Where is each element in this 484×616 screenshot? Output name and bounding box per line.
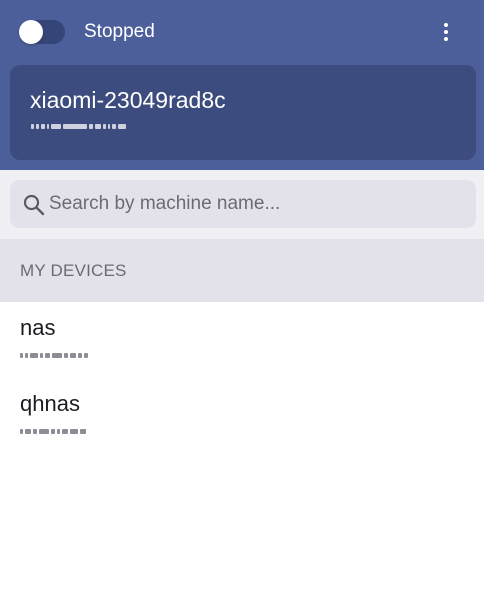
more-options-icon[interactable] <box>432 20 460 46</box>
section-title: MY DEVICES <box>20 261 127 280</box>
connection-status: Stopped <box>84 21 155 42</box>
current-device-ip-redacted <box>31 124 126 129</box>
search-box[interactable] <box>10 180 476 228</box>
device-ip-redacted <box>20 429 86 434</box>
toggle-knob <box>19 20 43 44</box>
app-header: Stopped xiaomi-23049rad8c <box>0 0 484 170</box>
search-input[interactable] <box>49 191 459 217</box>
current-device-card[interactable]: xiaomi-23049rad8c <box>10 65 476 160</box>
device-name: nas <box>20 315 56 340</box>
current-device-name: xiaomi-23049rad8c <box>30 87 226 113</box>
section-header-my-devices: MY DEVICES <box>0 239 484 302</box>
search-icon <box>23 194 45 216</box>
device-ip-redacted <box>20 353 88 358</box>
device-item-nas[interactable]: nas <box>0 302 484 378</box>
device-name: qhnas <box>20 391 80 416</box>
device-item-qhnas[interactable]: qhnas <box>0 378 484 454</box>
search-area <box>0 170 484 239</box>
connection-toggle[interactable] <box>19 20 65 44</box>
